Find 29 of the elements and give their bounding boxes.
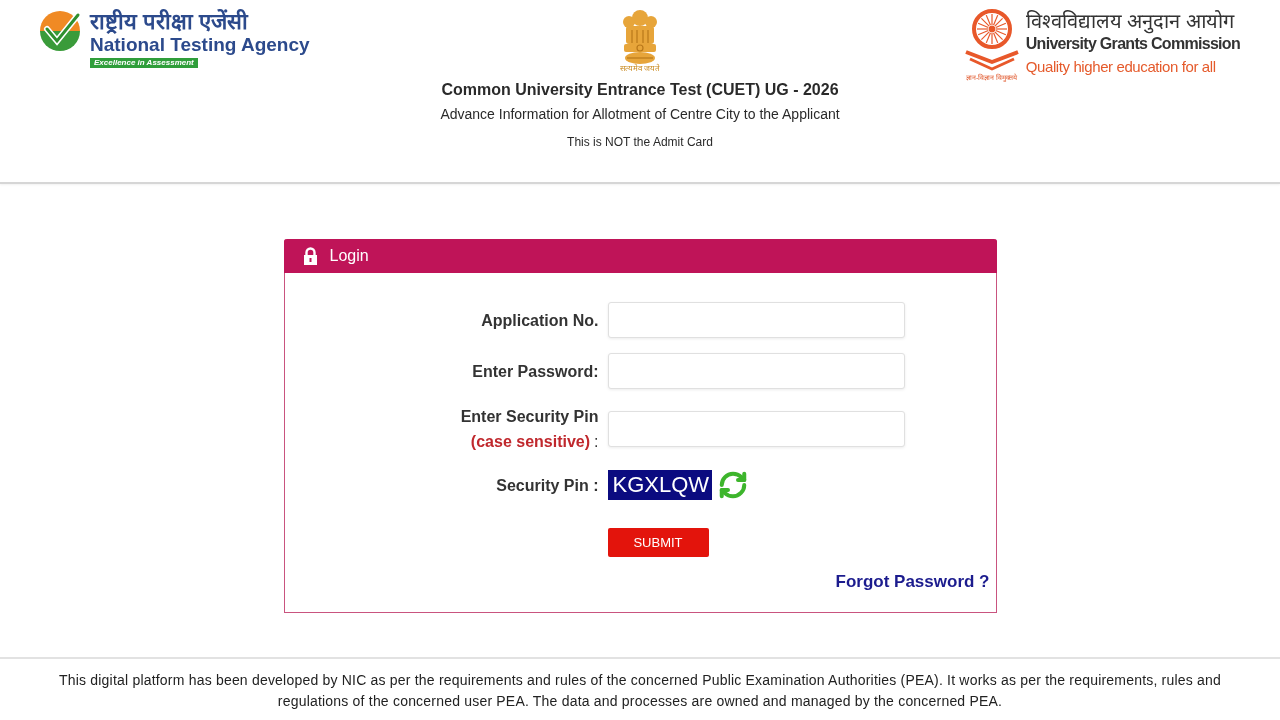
page-title: Common University Entrance Test (CUET) UG - 2026	[441, 80, 839, 100]
field-label: Enter Security Pin	[460, 407, 599, 427]
submit-button[interactable]: SUBMIT	[607, 528, 709, 557]
case-sensitive-note: (case sensitive)	[470, 432, 591, 452]
lion-emblem-logo	[620, 8, 660, 64]
agency-name: National Testing Agency	[90, 34, 310, 56]
field-label: Security Pin :	[496, 475, 599, 496]
lock-icon	[302, 246, 318, 266]
input-field[interactable]	[607, 353, 905, 389]
emblem-motto: सत्यमेव जयते	[619, 64, 661, 74]
admit-card-notice: This is NOT the Admit Card	[567, 134, 713, 150]
label-colon: :	[594, 432, 599, 452]
refresh-icon[interactable]	[718, 470, 749, 500]
commission-hindi-name: विश्वविद्यालय अनुदान आयोग	[1025, 9, 1234, 34]
input-field[interactable]	[607, 411, 905, 447]
commission-tagline: Quality higher education for all	[1025, 57, 1216, 76]
forgot-password-link[interactable]: Forgot Password ?	[835, 572, 990, 592]
wheel-book-logo	[963, 8, 1020, 72]
field-label: Enter Password:	[472, 361, 599, 382]
agency-hindi-name: राष्ट्रीय परीक्षा एजेंसी	[90, 9, 249, 34]
captcha-code: KGXLQW	[607, 470, 713, 500]
page-subtitle: Advance Information for Allotment of Centre City to the Applicant	[440, 105, 840, 123]
footer-disclaimer: This digital platform has been developed by NIC as per the requirements and rules of the concerned Public Examination Authorities (PEA). It works as per the requirements, rules and regulations of the concerned user PEA. The data and processes are owned and managed by the concerned PEA.	[58, 671, 1222, 711]
checkmark-circle-logo	[38, 9, 82, 53]
field-label: Application No.	[481, 310, 599, 331]
panel-title: Login	[329, 247, 369, 265]
input-field[interactable]	[607, 302, 905, 338]
commission-name: University Grants Commission	[1025, 34, 1240, 54]
agency-tagline: Excellence in Assessment	[90, 58, 198, 68]
